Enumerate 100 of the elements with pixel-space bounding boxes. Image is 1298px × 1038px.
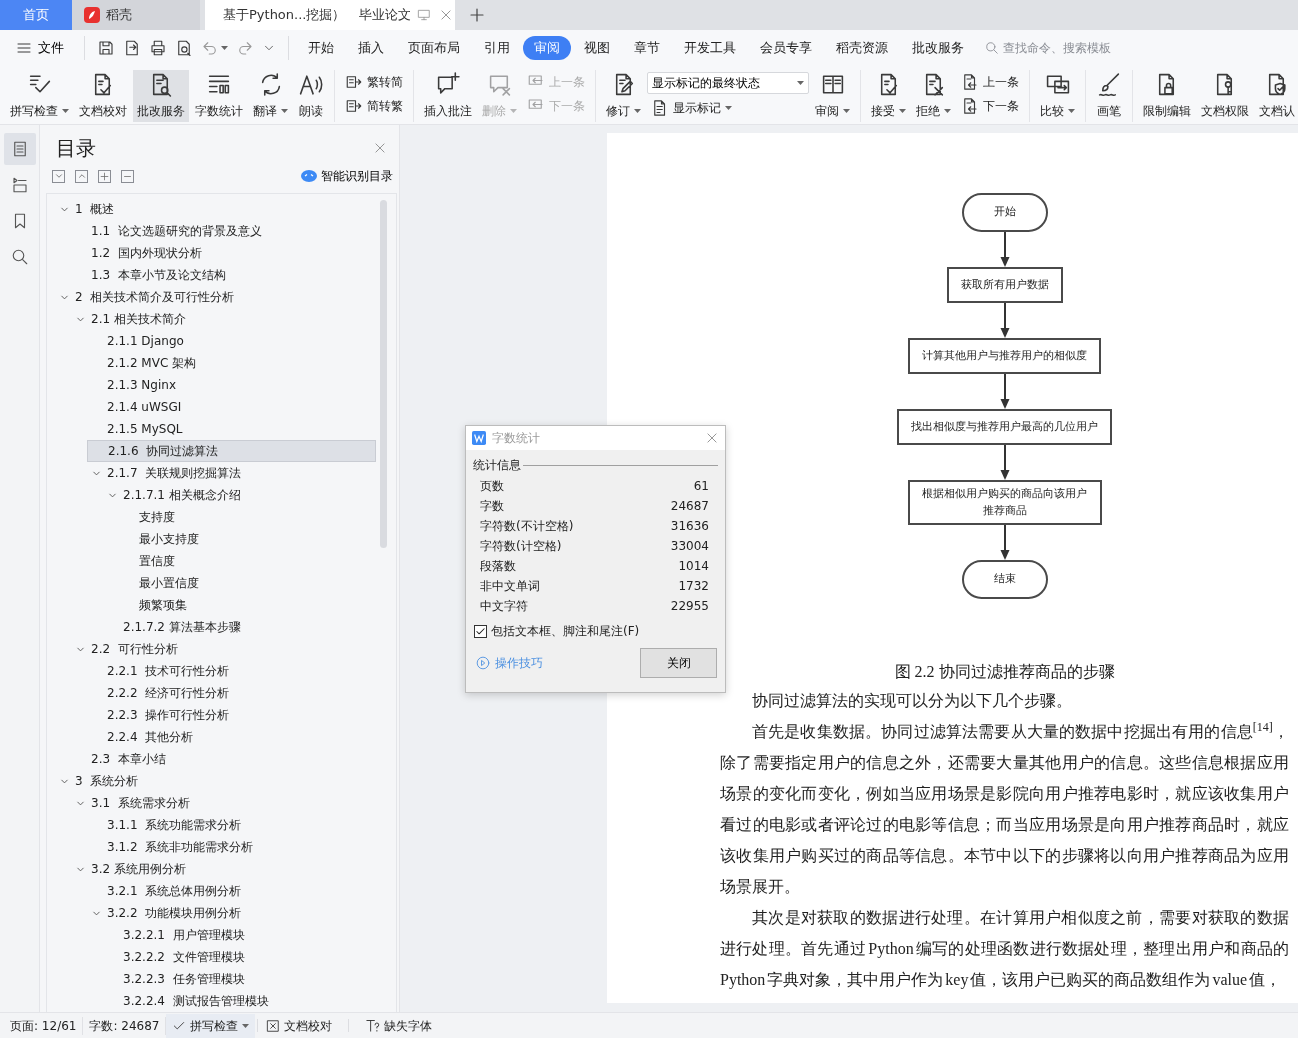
toc-item[interactable]: 最小支持度 xyxy=(119,528,376,550)
smart-toc-button[interactable]: 智能识别目录 xyxy=(301,167,393,185)
ribbon-button[interactable]: 限制编辑 xyxy=(1139,70,1195,122)
toc-item[interactable]: 2.2.3 操作可行性分析 xyxy=(87,704,376,726)
ribbon-button[interactable]: 画笔 xyxy=(1092,70,1126,122)
toc-item[interactable]: 3.1.2 系统非功能需求分析 xyxy=(87,836,376,858)
close-button[interactable]: 关闭 xyxy=(640,648,717,678)
toc-item[interactable]: 3 系统分析 xyxy=(55,770,376,792)
ribbon-button[interactable]: 翻译 xyxy=(249,70,292,122)
toc-item[interactable]: 2.1.5 MySQL xyxy=(87,418,376,440)
missing-fonts-button[interactable]: 缺失字体 xyxy=(359,1013,439,1038)
toc-item[interactable]: 1.2 国内外现状分析 xyxy=(71,242,376,264)
toc-item[interactable]: 2.3 本章小结 xyxy=(71,748,376,770)
toc-item[interactable]: 3.2.2 功能模块用例分析 xyxy=(87,902,376,924)
menu-tab[interactable]: 会员专享 xyxy=(749,36,823,60)
toc-item[interactable]: 2.1.7.2 算法基本步骤 xyxy=(103,616,376,638)
menu-tab[interactable]: 章节 xyxy=(623,36,671,60)
process-node: 根据相似用户购买的商品向该用户推荐商品 xyxy=(907,480,1102,525)
toc-item[interactable]: 1 概述 xyxy=(55,198,376,220)
play-icon xyxy=(476,656,490,670)
toc-item[interactable]: 3.1 系统需求分析 xyxy=(71,792,376,814)
ribbon-button[interactable]: 比较 xyxy=(1036,70,1079,122)
toc-item[interactable]: 2.1.2 MVC 架构 xyxy=(87,352,376,374)
toc-item[interactable]: 频繁项集 xyxy=(119,594,376,616)
ribbon-button[interactable]: 审阅 xyxy=(811,70,854,122)
collapse-button[interactable] xyxy=(75,169,88,183)
expand-button[interactable] xyxy=(52,169,65,183)
ribbon-button[interactable]: 上一条 xyxy=(957,72,1023,92)
ribbon-button[interactable]: 繁转简 xyxy=(341,72,407,92)
toc-item[interactable]: 2.1 相关技术简介 xyxy=(71,308,376,330)
toc-item[interactable]: 2.2 可行性分析 xyxy=(71,638,376,660)
dialog-close-button[interactable] xyxy=(705,431,719,445)
menu-tab[interactable]: 开发工具 xyxy=(673,36,747,60)
toc-item[interactable]: 3.2.2.1 用户管理模块 xyxy=(103,924,376,946)
toc-item[interactable]: 最小置信度 xyxy=(119,572,376,594)
x-box-icon xyxy=(266,1018,281,1033)
menu-tab[interactable]: 引用 xyxy=(473,36,521,60)
menu-tab[interactable]: 视图 xyxy=(573,36,621,60)
panel-close-button[interactable] xyxy=(373,141,387,155)
body-paragraph: 协同过滤算法的实现可以分为以下几个步骤。 xyxy=(751,691,1073,711)
toc-item[interactable]: 2.1.7 关联规则挖掘算法 xyxy=(87,462,376,484)
menu-tab[interactable]: 稻壳资源 xyxy=(825,36,899,60)
toc-item[interactable]: 2.1.3 Nginx xyxy=(87,374,376,396)
flow-arrow xyxy=(999,303,1010,338)
document-arrow-icon xyxy=(961,73,979,91)
checkbox[interactable] xyxy=(474,624,487,638)
toc-item[interactable]: 置信度 xyxy=(119,550,376,572)
menu-tab[interactable]: 开始 xyxy=(297,36,345,60)
promote-button[interactable] xyxy=(98,169,111,183)
toc-item[interactable]: 3.2.1 系统总体用例分析 xyxy=(87,880,376,902)
toc-item[interactable]: 2.1.4 uWSGI xyxy=(87,396,376,418)
toc-item[interactable]: 2.1.7.1 相关概念介绍 xyxy=(103,484,376,506)
ribbon-button[interactable]: 接受 xyxy=(867,70,910,122)
ribbon-button[interactable]: 拒绝 xyxy=(912,70,955,122)
ribbon-button[interactable]: 批改服务 xyxy=(133,70,189,122)
toc-item[interactable]: 3.2 系统用例分析 xyxy=(71,858,376,880)
toc-item[interactable]: 2.2.1 技术可行性分析 xyxy=(87,660,376,682)
toc-item[interactable]: 2 相关技术简介及可行性分析 xyxy=(55,286,376,308)
ribbon-button[interactable]: 显示标记 xyxy=(647,98,809,118)
toc-item[interactable]: 1.1 论文选题研究的背景及意义 xyxy=(71,220,376,242)
ribbon-button[interactable]: 字数统计 xyxy=(191,70,247,122)
toc-item[interactable]: 2.1.6 协同过滤算法 xyxy=(87,440,376,462)
toc-item[interactable]: 3.2.2.3 任务管理模块 xyxy=(103,968,376,990)
file-menu-button[interactable]: 文件 xyxy=(12,36,68,60)
print-preview-icon xyxy=(175,39,193,57)
toc-item[interactable]: 3.1.1 系统功能需求分析 xyxy=(87,814,376,836)
toc-item[interactable]: 3.2.2.4 测试报告管理模块 xyxy=(103,990,376,1012)
menu-tab[interactable]: 审阅 xyxy=(523,36,571,60)
ribbon-button[interactable]: 文档校对 xyxy=(75,70,131,122)
toc-item[interactable]: 支持度 xyxy=(119,506,376,528)
scrollbar[interactable] xyxy=(380,200,387,548)
tab-close-button[interactable] xyxy=(439,8,454,22)
robot-face-icon xyxy=(301,170,317,182)
window-tab[interactable]: 稻壳 xyxy=(72,0,200,30)
window-tab[interactable]: 基于Python...挖掘） 毕业论文 xyxy=(205,0,455,30)
demote-button[interactable] xyxy=(121,169,134,183)
ribbon-button[interactable]: 拼写检查 xyxy=(6,70,73,122)
ribbon-button[interactable]: 简转繁 xyxy=(341,96,407,116)
ribbon-button[interactable]: 文档认 xyxy=(1255,70,1298,122)
ribbon-button[interactable]: 文档权限 xyxy=(1197,70,1253,122)
sidebar-button[interactable] xyxy=(3,133,36,165)
toc-item[interactable]: 2.1.1 Django xyxy=(87,330,376,352)
proofread-button[interactable]: 文档校对 xyxy=(260,1013,339,1038)
caret-icon xyxy=(944,109,951,113)
ribbon-button[interactable]: 插入批注 xyxy=(420,70,476,122)
toc-item[interactable]: 1.3 本章小节及论文结构 xyxy=(71,264,376,286)
terminal-node: 开始 xyxy=(961,193,1048,232)
menu-tab[interactable]: 批改服务 xyxy=(901,36,975,60)
toc-item[interactable]: 3.2.2.2 文件管理模块 xyxy=(103,946,376,968)
menu-tab[interactable]: 插入 xyxy=(347,36,395,60)
menu-tab[interactable]: 页面布局 xyxy=(397,36,471,60)
ribbon-button[interactable]: 下一条 xyxy=(957,96,1023,116)
spell-check-button[interactable]: 拼写检查 xyxy=(166,1013,256,1038)
command-search-field[interactable]: 查找命令、搜索模板 xyxy=(1003,39,1143,57)
stat-label: 段落数 xyxy=(480,558,516,575)
ribbon-button[interactable]: 朗读 xyxy=(294,70,328,122)
ribbon-button[interactable]: 修订 xyxy=(602,70,645,122)
toc-item[interactable]: 2.2.2 经济可行性分析 xyxy=(87,682,376,704)
markup-select[interactable]: 显示标记的最终状态 xyxy=(647,72,809,94)
toc-item[interactable]: 2.2.4 其他分析 xyxy=(87,726,376,748)
